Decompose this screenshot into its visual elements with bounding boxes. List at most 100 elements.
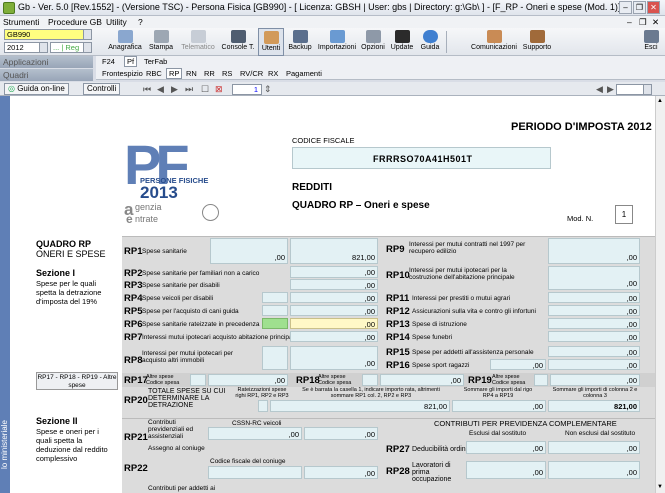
rp9-field[interactable]: ,00 — [548, 238, 640, 264]
tab-rn[interactable]: RN — [186, 69, 197, 78]
rp20-col2-field[interactable]: 821,00 — [270, 400, 450, 412]
scroll-up-icon[interactable]: ▲ — [657, 98, 663, 104]
importazioni-button[interactable]: Importazioni — [316, 28, 358, 56]
minimize-button[interactable]: – — [619, 1, 632, 14]
comunicazioni-button[interactable]: Comunicazioni — [470, 28, 518, 56]
rp21-col2[interactable]: ,00 — [304, 427, 378, 440]
close-button[interactable]: ✕ — [647, 1, 660, 14]
rp6-check[interactable] — [262, 318, 288, 329]
rp4-check[interactable] — [262, 292, 288, 303]
rp2-field[interactable]: ,00 — [290, 266, 378, 278]
rp15-field[interactable]: ,00 — [548, 346, 640, 357]
model-combo[interactable]: GB990 — [4, 29, 92, 40]
guida-online-button[interactable]: ◎ Guida on-line — [4, 83, 69, 95]
rp27-col2[interactable]: ,00 — [548, 441, 640, 454]
rp21-col1[interactable]: ,00 — [208, 427, 302, 440]
tab-rp[interactable]: RP — [166, 68, 183, 79]
console-button[interactable]: Console T. — [220, 28, 256, 56]
supporto-button[interactable]: Supporto — [520, 28, 554, 56]
vertical-scrollbar[interactable]: ▲ ▼ — [655, 96, 665, 493]
rp12-field[interactable]: ,00 — [548, 305, 640, 316]
page-spin-icon[interactable]: ⇕ — [264, 84, 272, 95]
rp17-code-field[interactable] — [190, 374, 206, 386]
child-restore-button[interactable]: ❐ — [639, 17, 647, 28]
nav-combo[interactable] — [616, 84, 652, 95]
rp11-field[interactable]: ,00 — [548, 292, 640, 303]
nav-left-icon[interactable]: ◀ — [596, 84, 603, 95]
year-suffix-combo[interactable]: ... | Reg — [50, 42, 92, 53]
stampa-button[interactable]: Stampa — [146, 28, 176, 56]
rp22-field[interactable]: ,00 — [304, 466, 378, 479]
rp8-check[interactable] — [262, 346, 288, 370]
tab-rbc[interactable]: RBC — [146, 69, 162, 78]
chevron-down-icon[interactable] — [39, 43, 47, 52]
tab-frontespizio[interactable]: Frontespizio — [102, 69, 143, 78]
tab-pf[interactable]: Pf — [124, 56, 138, 67]
rp14-field[interactable]: ,00 — [548, 331, 640, 342]
opzioni-button[interactable]: Opzioni — [360, 28, 386, 56]
menu-procedure-gb[interactable]: Procedure GB — [48, 17, 102, 27]
chevron-down-icon[interactable] — [83, 30, 91, 39]
rp5-field[interactable]: ,00 — [290, 305, 378, 316]
utenti-button[interactable]: Utenti — [258, 28, 284, 56]
quadri-bar[interactable]: Quadri — [0, 69, 93, 81]
tab-pagamenti[interactable]: Pagamenti — [286, 69, 322, 78]
telematico-button[interactable]: Telematico — [178, 28, 218, 56]
rp17-field[interactable]: ,00 — [208, 374, 288, 386]
rp6-field[interactable]: ,00 — [290, 318, 378, 329]
menu-strumenti[interactable]: Strumenti — [3, 17, 39, 27]
rp17-19-button[interactable]: RP17 - RP18 - RP19 - Altre spese — [36, 372, 118, 390]
restore-button[interactable]: ❐ — [633, 1, 646, 14]
controlli-button[interactable]: Controlli — [83, 83, 121, 95]
chevron-down-icon[interactable] — [83, 43, 91, 52]
prev-page-icon[interactable]: ◀ — [157, 84, 164, 95]
rp13-field[interactable]: ,00 — [548, 318, 640, 329]
new-page-icon[interactable]: ☐ — [201, 84, 209, 95]
rp19-code-field[interactable] — [534, 374, 548, 386]
applicazioni-bar[interactable]: Applicazioni — [0, 56, 93, 68]
rp28-col2[interactable]: ,00 — [548, 461, 640, 479]
rp8-field[interactable]: ,00 — [290, 346, 378, 370]
anagrafica-button[interactable]: Anagrafica — [106, 28, 144, 56]
next-page-icon[interactable]: ▶ — [171, 84, 178, 95]
backup-button[interactable]: Backup — [286, 28, 314, 56]
nav-right-icon[interactable]: ▶ — [607, 84, 614, 95]
rp1-col2[interactable]: 821,00 — [290, 238, 378, 264]
tab-rx[interactable]: RX — [268, 69, 278, 78]
rp5-check[interactable] — [262, 305, 288, 316]
rp20-check[interactable] — [258, 400, 268, 412]
rp28-col1[interactable]: ,00 — [466, 461, 546, 479]
esci-button[interactable]: Esci — [640, 28, 662, 56]
tab-rr[interactable]: RR — [204, 69, 215, 78]
menu-help[interactable]: ? — [138, 17, 143, 27]
tab-rs[interactable]: RS — [222, 69, 232, 78]
child-close-button[interactable]: ✕ — [652, 17, 659, 28]
rp10-field[interactable]: ,00 — [548, 266, 640, 290]
child-minimize-button[interactable]: – — [627, 17, 632, 27]
rp18-field[interactable]: ,00 — [380, 374, 464, 386]
rp4-field[interactable]: ,00 — [290, 292, 378, 303]
last-page-icon[interactable]: ⏭ — [185, 84, 193, 95]
chevron-down-icon[interactable] — [643, 85, 651, 94]
guida-button[interactable]: Guida — [418, 28, 442, 56]
cf-coniuge-field[interactable] — [208, 466, 302, 479]
rp18-code-field[interactable] — [362, 374, 378, 386]
rp7-field[interactable]: ,00 — [290, 331, 378, 342]
tab-rv-cr[interactable]: RV/CR — [240, 69, 263, 78]
rp3-field[interactable]: ,00 — [290, 279, 378, 290]
update-button[interactable]: Update — [388, 28, 416, 56]
rp19-field[interactable]: ,00 — [550, 374, 640, 386]
delete-page-icon[interactable]: ⊠ — [215, 84, 223, 95]
rp1-col1[interactable]: ,00 — [210, 238, 288, 264]
year-combo[interactable]: 2012 — [4, 42, 48, 53]
rp27-col1[interactable]: ,00 — [466, 441, 546, 454]
rp20-col4-field[interactable]: 821,00 — [548, 400, 640, 412]
rp16-col2[interactable]: ,00 — [548, 359, 640, 370]
tab-f24[interactable]: F24 — [102, 57, 115, 66]
tab-terfab[interactable]: TerFab — [144, 57, 167, 66]
scroll-down-icon[interactable]: ▼ — [657, 484, 663, 490]
first-page-icon[interactable]: ⏮ — [143, 84, 151, 95]
menu-utility[interactable]: Utility — [106, 17, 127, 27]
mod-number[interactable]: 1 — [615, 205, 633, 224]
rp16-col1[interactable]: ,00 — [490, 359, 546, 370]
